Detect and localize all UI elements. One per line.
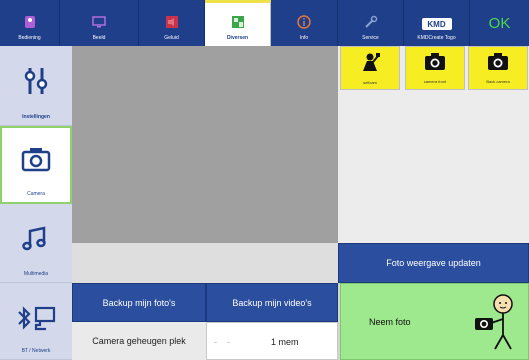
- tab-label: Diversen: [226, 35, 249, 41]
- tab-label: KMDCreate Togo: [417, 35, 456, 41]
- take-photo-label: Neem foto: [369, 317, 411, 327]
- tab-geluid[interactable]: Geluid: [139, 0, 205, 46]
- increment-button[interactable]: -: [227, 337, 230, 347]
- person-with-camera-icon: [471, 292, 521, 357]
- thumbnail-caption: selfcam: [363, 79, 377, 85]
- settings-sliders-icon: [23, 66, 49, 101]
- camera-storage-stepper: - - 1 mem: [206, 322, 338, 360]
- tab-label: Geluid: [164, 35, 179, 41]
- tab-kmdcreate-togo[interactable]: KMD KMDCreate Togo: [404, 0, 470, 46]
- sidebar-item-label: BT / Netwerk: [21, 348, 51, 354]
- sidebar-item-camera[interactable]: Camera: [0, 126, 72, 204]
- tab-label: Beeld: [92, 35, 106, 41]
- camera-icon: [487, 52, 509, 76]
- sidebar-item-multimedia[interactable]: Multimedia: [0, 204, 72, 283]
- tab-beeld[interactable]: Beeld: [60, 0, 139, 46]
- sidebar-item-label: Instellingen: [22, 114, 50, 120]
- backup-videos-button[interactable]: Backup mijn video's: [206, 283, 338, 322]
- music-note-icon: [22, 226, 50, 257]
- sidebar-item-label: Multimedia: [23, 271, 49, 277]
- info-icon: [296, 14, 312, 30]
- monitor-icon: [91, 14, 107, 30]
- camera-storage-label: Camera geheugen plek: [72, 322, 206, 360]
- tab-diversen[interactable]: Diversen: [205, 0, 271, 46]
- camera-preview: [72, 46, 338, 243]
- tab-bediening[interactable]: Bediening: [0, 0, 60, 46]
- ok-button[interactable]: OK: [470, 0, 529, 46]
- camera-icon: [424, 52, 446, 76]
- selfie-icon: [359, 52, 381, 77]
- tab-label: Bediening: [18, 35, 41, 41]
- thumbnail-caption: camera front: [423, 79, 447, 84]
- thumbnail-camera-front[interactable]: camera front: [405, 46, 465, 90]
- misc-icon: [230, 14, 246, 30]
- camera-icon: [21, 146, 51, 177]
- camera-storage-value: 1 mem: [271, 337, 299, 347]
- thumbnail-selfcam[interactable]: selfcam: [340, 46, 400, 90]
- bluetooth-network-icon: [14, 305, 58, 336]
- sidebar-item-label: Camera: [27, 191, 45, 197]
- tab-service[interactable]: Service: [338, 0, 404, 46]
- tab-label: Service: [362, 35, 379, 41]
- speaker-icon: [164, 14, 180, 30]
- preview-footer: [72, 243, 338, 283]
- tab-label: Info: [299, 35, 309, 41]
- decrement-button[interactable]: -: [214, 337, 217, 347]
- update-photo-view-button[interactable]: Foto weergave updaten: [338, 243, 529, 283]
- wrench-icon: [363, 14, 379, 30]
- sidebar-item-bt-netwerk[interactable]: BT / Netwerk: [0, 283, 72, 360]
- thumbnail-back-camera[interactable]: Back camera: [468, 46, 528, 90]
- tab-info[interactable]: Info: [271, 0, 338, 46]
- thumbnail-caption: Back camera: [486, 79, 510, 84]
- kmd-logo-icon: KMD: [421, 18, 452, 30]
- remote-icon: [22, 14, 38, 30]
- backup-photos-button[interactable]: Backup mijn foto's: [72, 283, 206, 322]
- sidebar-item-instellingen[interactable]: Instellingen: [0, 46, 72, 126]
- take-photo-button[interactable]: Neem foto: [340, 283, 529, 360]
